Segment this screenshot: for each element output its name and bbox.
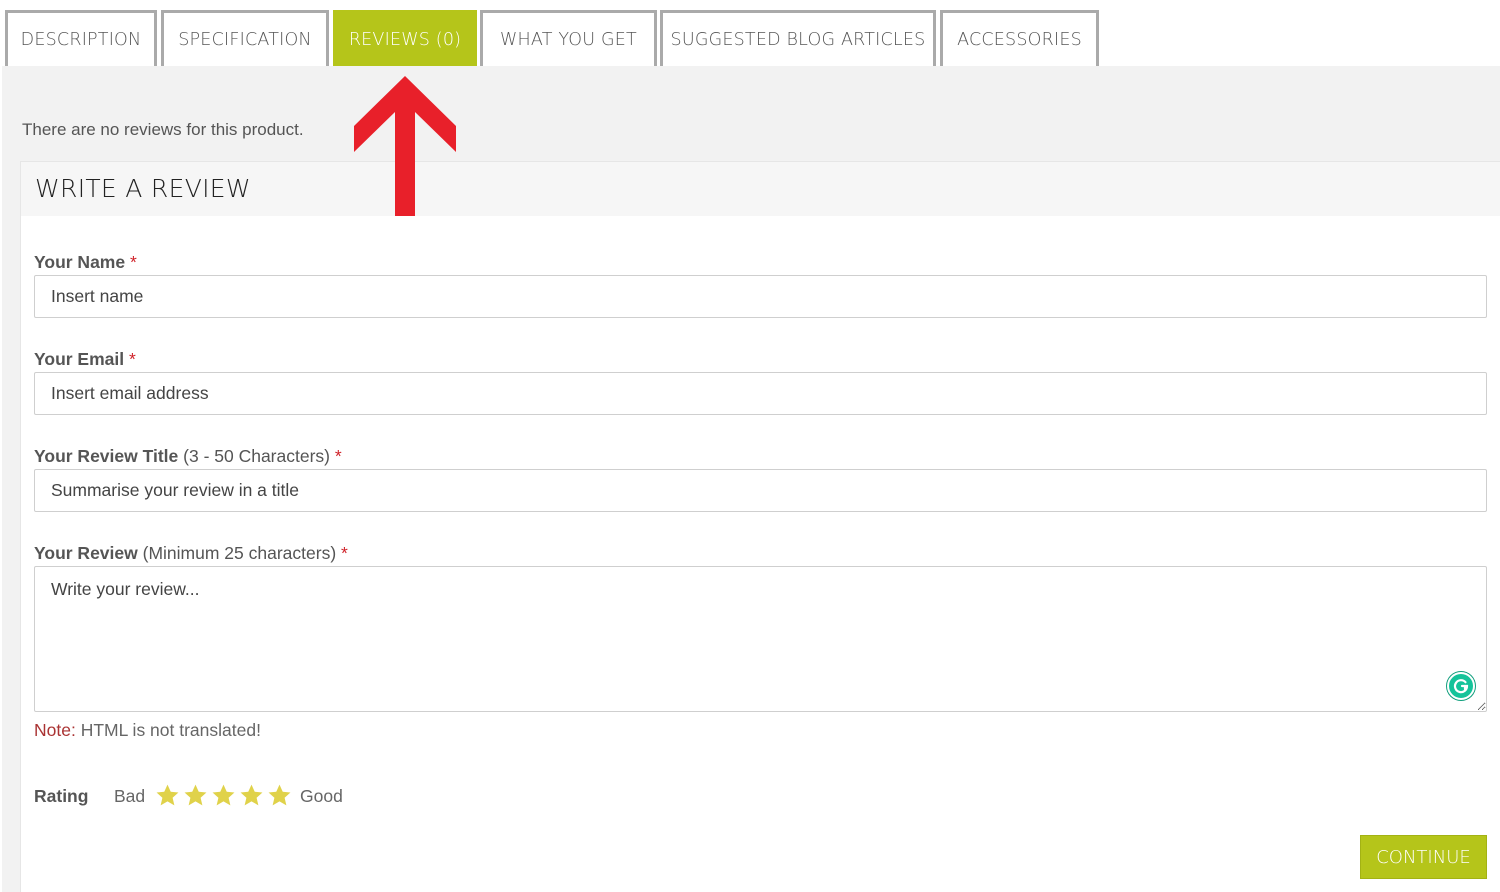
tab-description[interactable]: DESCRIPTION [5,10,157,66]
html-note: Note: HTML is not translated! [34,720,261,741]
review-title-label: Your Review Title (3 - 50 Characters) * [34,446,342,467]
name-label: Your Name * [34,252,137,273]
name-input[interactable] [34,275,1487,318]
review-label-text: Your Review [34,543,138,563]
red-up-arrow-icon [354,76,456,216]
review-hint: (Minimum 25 characters) [142,543,337,563]
note-key: Note: [34,720,76,740]
grammarly-glyph [1453,679,1469,694]
form-heading: WRITE A REVIEW [35,174,251,203]
email-label: Your Email * [34,349,136,370]
star-icon[interactable] [183,783,208,808]
tab-specification[interactable]: SPECIFICATION [161,10,329,66]
note-text: HTML is not translated! [80,720,261,740]
review-label: Your Review (Minimum 25 characters) * [34,543,348,564]
required-mark: * [129,252,137,272]
rating-high-label: Good [300,786,343,806]
name-label-text: Your Name [34,252,126,272]
required-mark: * [341,543,348,563]
rating-stars [155,783,292,808]
star-icon[interactable] [267,783,292,808]
form-header: WRITE A REVIEW [21,162,1500,216]
continue-button[interactable]: CONTINUE [1360,835,1487,879]
required-mark: * [129,349,136,369]
email-input[interactable] [34,372,1487,415]
review-title-input[interactable] [34,469,1487,512]
review-textarea[interactable] [34,566,1487,712]
no-reviews-message: There are no reviews for this product. [22,120,304,139]
email-label-text: Your Email [34,349,125,369]
tab-reviews[interactable]: REVIEWS (0) [333,10,477,66]
tab-suggested-blog-articles[interactable]: SUGGESTED BLOG ARTICLES [660,10,936,66]
rating-label: Rating [34,786,89,806]
rating-low-label: Bad [114,786,146,806]
required-mark: * [334,446,342,466]
star-icon[interactable] [239,783,264,808]
tab-what-you-get[interactable]: WHAT YOU GET [480,10,657,66]
star-icon[interactable] [211,783,236,808]
grammarly-icon[interactable] [1447,672,1475,700]
review-title-hint: (3 - 50 Characters) [183,446,330,466]
tab-accessories[interactable]: ACCESSORIES [940,10,1099,66]
review-title-label-text: Your Review Title [34,446,179,466]
star-icon[interactable] [155,783,180,808]
product-tabs: DESCRIPTION SPECIFICATION REVIEWS (0) WH… [0,0,1500,66]
